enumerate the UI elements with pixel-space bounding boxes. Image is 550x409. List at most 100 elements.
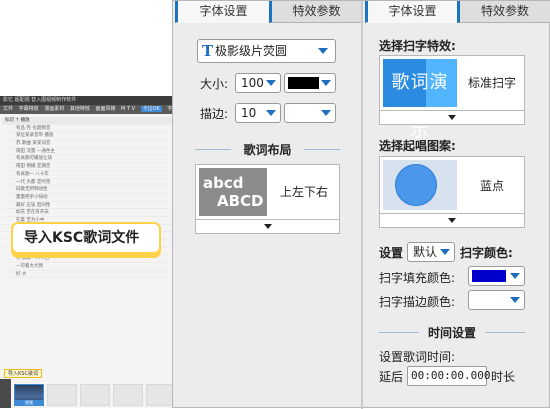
scan-color-label: 扫字颜色: xyxy=(460,246,513,260)
tab-font-settings-2[interactable]: 字体设置 xyxy=(365,1,457,23)
blue-dot-icon xyxy=(395,164,437,206)
settings-preset-value: 默认 xyxy=(413,245,438,259)
stroke-value: 10 xyxy=(241,106,257,120)
stroke-color-label: 扫字描边颜色: xyxy=(379,295,456,309)
stroke-color-swatch-2 xyxy=(472,294,506,306)
import-ksc-callout: 导入KSC歌词文件 xyxy=(11,222,161,258)
time-settings-header: 时间设置 xyxy=(379,324,525,340)
lyric-layout-title: 歌词布局 xyxy=(243,143,292,157)
delay-label: 延后 xyxy=(379,370,404,384)
scan-effect-preview[interactable]: 歌词演示 标准扫字 xyxy=(379,55,525,141)
mini-sidebar xyxy=(0,379,11,408)
tab-font-settings[interactable]: 字体设置 xyxy=(175,1,269,23)
chevron-down-icon xyxy=(266,110,276,116)
mini-thumbnail[interactable] xyxy=(80,384,110,406)
mini-menu-item[interactable]: 文件 xyxy=(3,106,13,112)
chevron-down-icon xyxy=(321,110,331,116)
chevron-down-icon xyxy=(440,249,450,255)
section-divider xyxy=(485,332,525,333)
chevron-down-icon xyxy=(318,48,328,54)
tab-effect-params[interactable]: 特效参数 xyxy=(269,1,361,23)
layout-preview[interactable]: abcd ABCD 上左下右 xyxy=(195,164,340,220)
font-family-value: 极影级片荧圆 xyxy=(215,44,288,58)
mini-menu-item[interactable]: 字幕特效 xyxy=(19,106,39,112)
section-divider xyxy=(304,149,340,150)
mini-menu-item[interactable]: 漫画素材 xyxy=(44,106,64,112)
font-family-select[interactable]: T 极影级片荧圆 xyxy=(197,39,336,63)
lyric-line[interactable]: 有关歌一 八十年 xyxy=(2,171,172,179)
layout-sample-lowercase: abcd xyxy=(203,174,244,192)
lyric-line[interactable]: 如花 苦在有开去 xyxy=(2,209,172,217)
scan-effect-title: 选择扫字特效: xyxy=(379,39,456,53)
layout-sample-uppercase: ABCD xyxy=(217,192,264,210)
start-pattern-title: 选择起唱图案: xyxy=(379,139,456,153)
settings-label: 设置 xyxy=(379,246,404,260)
lyric-line[interactable]: 量量把手小快动 xyxy=(2,194,172,202)
mini-thumbnail-label: 视频 xyxy=(15,400,43,405)
lyric-line[interactable]: 好 大 xyxy=(2,271,172,279)
tab-effect-params-2[interactable]: 特效参数 xyxy=(457,1,550,23)
layout-name: 上左下右 xyxy=(279,185,328,199)
stroke-color-swatch xyxy=(288,107,319,119)
section-divider xyxy=(379,332,419,333)
triangle-down-icon xyxy=(448,218,456,223)
lyric-line[interactable]: 有关歌可播放让快 xyxy=(2,155,172,164)
lyric-line[interactable]: 一代 大都 定时完 xyxy=(2,179,172,187)
chevron-down-icon xyxy=(266,80,276,86)
size-label: 大小: xyxy=(200,77,229,91)
triangle-down-icon xyxy=(263,224,272,229)
lyric-line[interactable]: 雨田 倒播 定期音 xyxy=(2,163,172,171)
mini-menu-item-karaoke[interactable]: 卡拉OK xyxy=(140,106,162,112)
lyric-line[interactable]: 某位某录音带 播放 xyxy=(2,132,172,141)
settings-preset-select[interactable]: 默认 xyxy=(407,242,455,262)
fill-color-picker[interactable] xyxy=(468,266,525,286)
time-desc-label: 设置歌词时间: xyxy=(379,350,456,364)
mini-menu-item[interactable]: 其他特效 xyxy=(70,106,90,112)
mini-app-titlebar: 影忆 超配视 替入图视频制作软件 xyxy=(0,96,174,105)
lyric-settings-panel: 字体设置 特效参数 T 极影级片荧圆 大小: 100 描边: 10 歌词布局 a… xyxy=(172,0,550,409)
mini-menu-item[interactable]: M T V xyxy=(121,106,135,112)
scan-effect-name: 标准扫字 xyxy=(467,76,516,90)
size-value: 100 xyxy=(241,76,264,90)
size-select[interactable]: 100 xyxy=(235,73,281,93)
scan-effect-expand-button[interactable] xyxy=(379,111,525,125)
layout-expand-button[interactable] xyxy=(195,220,340,234)
callout-text: 导入KSC歌词文件 xyxy=(13,224,159,252)
section-divider xyxy=(195,149,231,150)
lyric-line[interactable]: 有品 完 也超频音 xyxy=(2,125,172,133)
chevron-down-icon xyxy=(321,80,331,86)
lyric-line[interactable]: 最好 应该 后同性 xyxy=(2,202,172,210)
mini-thumbnail[interactable] xyxy=(146,384,174,406)
mini-menu-item[interactable]: 画面风格 xyxy=(95,106,115,112)
font-color-picker[interactable] xyxy=(284,73,336,93)
lyric-line[interactable]: 标识 ↑ 播放 xyxy=(2,117,172,125)
scan-effect-sample: 歌词演示 xyxy=(383,59,457,141)
chevron-down-icon xyxy=(510,273,520,279)
triangle-down-icon xyxy=(448,115,456,120)
start-pattern-sample xyxy=(383,160,457,210)
lyric-line[interactable]: 苏 歌曲 某某词音 xyxy=(2,140,172,148)
stroke-label: 描边: xyxy=(200,107,229,121)
stroke-color-picker[interactable] xyxy=(284,103,336,123)
mini-thumbnail[interactable] xyxy=(113,384,143,406)
font-type-icon: T xyxy=(202,42,214,60)
fill-color-swatch xyxy=(472,270,506,282)
lyric-line[interactable]: 一可看大大我 xyxy=(2,263,172,271)
import-ksc-button[interactable]: 导入KSC歌词 xyxy=(4,369,42,378)
lyric-line[interactable]: 雨田 流量 一通色主 xyxy=(2,148,172,156)
chevron-down-icon xyxy=(510,297,520,303)
mini-thumbnail-strip: 视频 xyxy=(0,379,174,408)
time-settings-title: 时间设置 xyxy=(427,326,476,340)
delay-time-input[interactable]: 00:00:00.000 xyxy=(407,366,490,386)
panel-divider xyxy=(361,1,363,409)
mini-thumbnail-selected[interactable]: 视频 xyxy=(14,384,44,406)
mini-thumbnail[interactable] xyxy=(47,384,77,406)
font-color-swatch xyxy=(288,77,319,89)
stroke-select[interactable]: 10 xyxy=(235,103,281,123)
start-pattern-expand-button[interactable] xyxy=(379,214,525,228)
stroke-color-picker-2[interactable] xyxy=(468,290,525,310)
layout-preview-sample: abcd ABCD xyxy=(199,168,267,216)
lyric-line[interactable]: 同歌无所制动性 xyxy=(2,186,172,194)
duration-label: 时长 xyxy=(491,370,516,384)
start-pattern-preview[interactable]: 蓝点 xyxy=(379,156,525,214)
